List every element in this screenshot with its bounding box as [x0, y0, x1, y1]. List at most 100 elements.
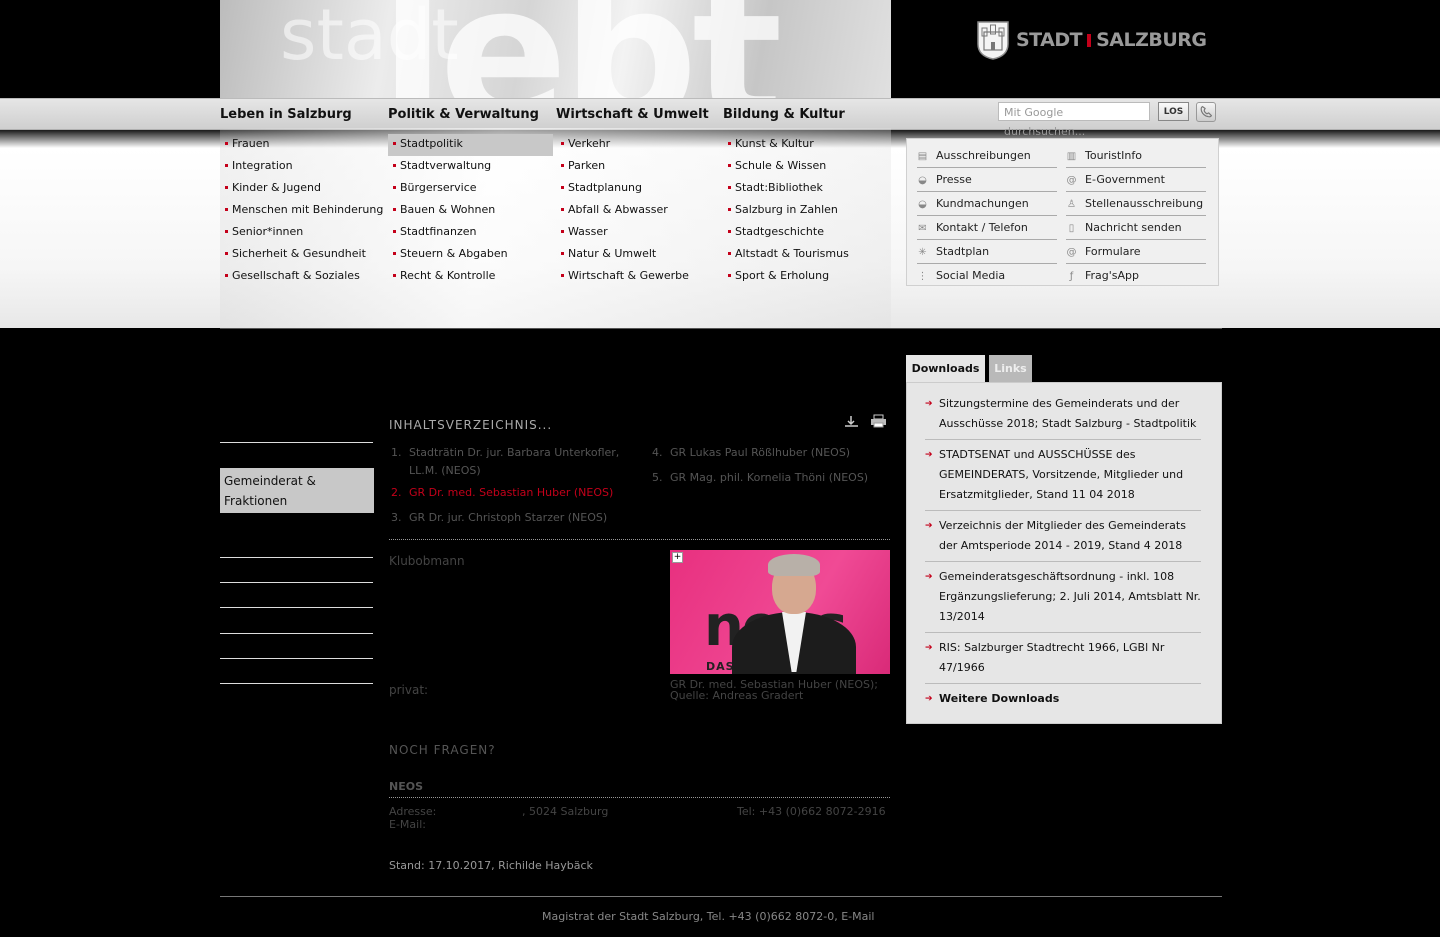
mail-icon: ✉	[918, 222, 927, 234]
quick-links-right: ▥ TouristInfo @ E-Government ♙ Stellenaussc…	[1066, 145, 1206, 288]
menu-item[interactable]: Steuern & Abgaben	[388, 244, 553, 266]
search-input[interactable]: Mit Google durchsuchen...	[998, 102, 1150, 138]
toc-item[interactable]: 5. GR Mag. phil. Kornelia Thöni (NEOS)	[652, 469, 900, 487]
quicklink-kontakt[interactable]: ✉ Kontakt / Telefon	[917, 217, 1057, 240]
app-icon: ƒ	[1069, 270, 1074, 282]
menu-item[interactable]: Wasser	[556, 222, 721, 244]
hero-large-text: lebt	[380, 0, 783, 98]
quicklink-nachricht[interactable]: ▯ Nachricht senden	[1066, 217, 1206, 240]
leftnav-item-gemeinderat[interactable]: Gemeinderat & Fraktionen	[220, 468, 374, 513]
quicklink-fragsapp[interactable]: ƒ Frag'sApp	[1066, 265, 1206, 287]
nav-politik-verwaltung[interactable]: Politik & Verwaltung	[388, 107, 539, 122]
menu-item[interactable]: Sicherheit & Gesundheit	[220, 244, 385, 266]
menu-item[interactable]: Altstadt & Tourismus	[723, 244, 888, 266]
footer-divider	[220, 896, 1222, 897]
leftnav-divider	[220, 607, 373, 608]
last-updated: Stand: 17.10.2017, Richilde Haybäck	[389, 859, 593, 872]
nav-leben-in-salzburg[interactable]: Leben in Salzburg	[220, 107, 352, 122]
toc-item[interactable]: 1. Stadträtin Dr. jur. Barbara Unterkofle…	[391, 444, 639, 480]
quicklink-social-media[interactable]: ⋮ Social Media	[917, 265, 1057, 287]
menu-item[interactable]: Bauen & Wohnen	[388, 200, 553, 222]
menu-column-leben: Frauen Integration Kinder & Jugend Mensc…	[220, 134, 385, 288]
bell-icon: ◒	[918, 174, 927, 186]
menu-item[interactable]: Stadt:Bibliothek	[723, 178, 888, 200]
leftnav-divider	[220, 582, 373, 583]
search-button[interactable]: LOS	[1158, 102, 1189, 121]
footer-text: Magistrat der Stadt Salzburg, Tel. +43 (…	[542, 910, 875, 923]
leftnav-divider	[220, 633, 373, 634]
menu-item[interactable]: Schule & Wissen	[723, 156, 888, 178]
tab-links[interactable]: Links	[989, 355, 1032, 382]
logo-wordmark: STADT SALZBURG	[1016, 29, 1207, 51]
download-link[interactable]: Verzeichnis der Mitglieder des Gemeinder…	[925, 516, 1201, 556]
menu-column-bildung: Kunst & Kultur Schule & Wissen Stadt:Bib…	[723, 134, 888, 288]
share-icon[interactable]	[843, 414, 860, 428]
menu-item[interactable]: Menschen mit Behinderung	[220, 200, 385, 222]
at-icon: @	[1066, 246, 1077, 258]
nav-wirtschaft-umwelt[interactable]: Wirtschaft & Umwelt	[556, 107, 709, 122]
menu-item[interactable]: Verkehr	[556, 134, 721, 156]
phone-icon[interactable]	[1196, 102, 1216, 122]
download-link[interactable]: STADTSENAT und AUSSCHÜSSE des GEMEINDERA…	[925, 445, 1201, 505]
print-icon[interactable]	[870, 414, 887, 428]
menu-item[interactable]: Integration	[220, 156, 385, 178]
more-downloads-link[interactable]: Weitere Downloads	[925, 689, 1201, 709]
page-tools	[843, 414, 887, 428]
menu-item[interactable]: Stadtfinanzen	[388, 222, 553, 244]
contact-org: NEOS	[389, 780, 423, 793]
menu-item[interactable]: Senior*innen	[220, 222, 385, 244]
nav-bildung-kultur[interactable]: Bildung & Kultur	[723, 107, 845, 122]
menu-item[interactable]: Frauen	[220, 134, 385, 156]
menu-item-active[interactable]: Stadtpolitik	[388, 134, 553, 156]
photo-caption: GR Dr. med. Sebastian Huber (NEOS); Quel…	[670, 678, 879, 702]
member-photo[interactable]: neos DAS N H +	[670, 550, 890, 674]
download-link[interactable]: Gemeinderatsgeschäftsordnung - inkl. 108…	[925, 567, 1201, 627]
menu-item[interactable]: Kunst & Kultur	[723, 134, 888, 156]
menu-item[interactable]: Recht & Kontrolle	[388, 266, 553, 288]
menu-item[interactable]: Stadtgeschichte	[723, 222, 888, 244]
menu-item[interactable]: Salzburg in Zahlen	[723, 200, 888, 222]
tab-downloads[interactable]: Downloads	[906, 355, 985, 382]
menu-item[interactable]: Bürgerservice	[388, 178, 553, 200]
quicklink-formulare[interactable]: @ Formulare	[1066, 241, 1206, 264]
download-link[interactable]: Sitzungstermine des Gemeinderats und der…	[925, 394, 1201, 434]
header-divider	[220, 328, 1222, 329]
quicklink-kundmachungen[interactable]: ◒ Kundmachungen	[917, 193, 1057, 216]
photo-person-hair	[768, 554, 820, 576]
menu-item[interactable]: Abfall & Abwasser	[556, 200, 721, 222]
city-logo[interactable]: STADT SALZBURG	[976, 20, 1207, 60]
privat-label: privat:	[389, 683, 429, 697]
toc-item[interactable]: 4. GR Lukas Paul Rößlhuber (NEOS)	[652, 444, 900, 462]
menu-item[interactable]: Gesellschaft & Soziales	[220, 266, 385, 288]
download-link[interactable]: RIS: Salzburger Stadtrecht 1966, LGBl Nr…	[925, 638, 1201, 678]
download-divider	[925, 439, 1201, 440]
menu-item[interactable]: Sport & Erholung	[723, 266, 888, 288]
quicklink-egovernment[interactable]: @ E-Government	[1066, 169, 1206, 192]
menu-item[interactable]: Parken	[556, 156, 721, 178]
quick-links-left: ▤ Ausschreibungen ◒ Presse ◒ Kundmachungen …	[917, 145, 1057, 288]
quicklink-ausschreibungen[interactable]: ▤ Ausschreibungen	[917, 145, 1057, 168]
email-label: E-Mail:	[389, 818, 426, 831]
social-icon: ⋮	[917, 270, 928, 282]
page-icon: ▯	[1068, 222, 1075, 234]
menu-item[interactable]: Wirtschaft & Gewerbe	[556, 266, 721, 288]
menu-item[interactable]: Stadtplanung	[556, 178, 721, 200]
contact-phone[interactable]: Tel: +43 (0)662 8072-2916	[737, 805, 886, 818]
quicklink-stellenausschreibung[interactable]: ♙ Stellenausschreibung	[1066, 193, 1206, 216]
downloads-panel: Sitzungstermine des Gemeinderats und der…	[906, 382, 1222, 724]
quicklink-touristinfo[interactable]: ▥ TouristInfo	[1066, 145, 1206, 168]
enlarge-icon[interactable]: +	[672, 552, 683, 563]
address-label: Adresse:	[389, 805, 437, 818]
quicklink-presse[interactable]: ◒ Presse	[917, 169, 1057, 192]
menu-item[interactable]: Stadtverwaltung	[388, 156, 553, 178]
menu-column-wirtschaft: Verkehr Parken Stadtplanung Abfall & Abw…	[556, 134, 721, 288]
toc-item-current[interactable]: 2. GR Dr. med. Sebastian Huber (NEOS)	[391, 484, 639, 502]
toc-item[interactable]: 3. GR Dr. jur. Christoph Starzer (NEOS)	[391, 509, 639, 527]
contact-heading: NOCH FRAGEN?	[389, 743, 496, 757]
menu-item[interactable]: Natur & Umwelt	[556, 244, 721, 266]
coat-of-arms-icon	[977, 21, 1009, 60]
menu-item[interactable]: Kinder & Jugend	[220, 178, 385, 200]
contact-labels: Adresse: E-Mail:	[389, 805, 436, 831]
quicklink-stadtplan[interactable]: ✳ Stadtplan	[917, 241, 1057, 264]
download-divider	[925, 632, 1201, 633]
